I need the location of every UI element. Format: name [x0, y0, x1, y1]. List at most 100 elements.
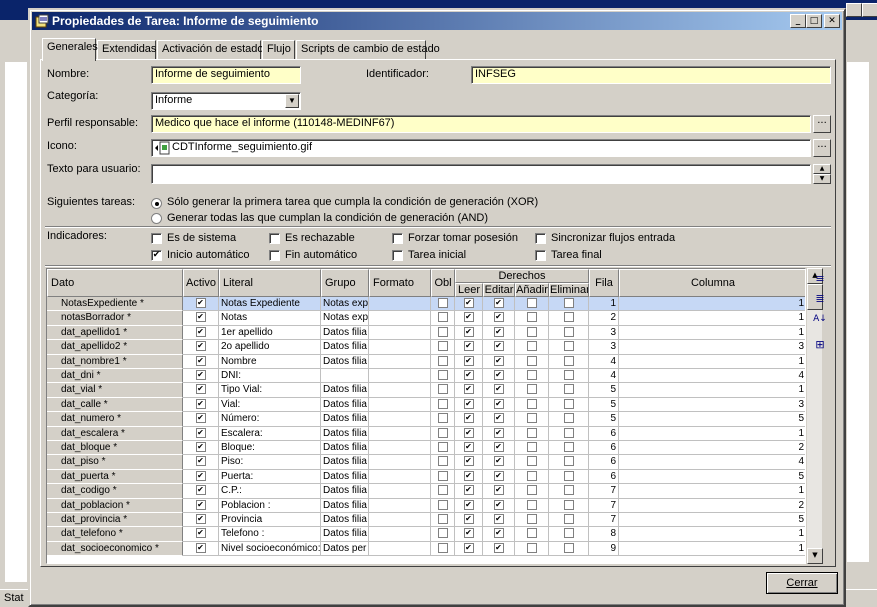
cell-eliminar[interactable]	[549, 325, 589, 341]
cell-eliminar-checkbox[interactable]	[563, 370, 574, 380]
texto-scroll-down-button[interactable]: ▼	[813, 174, 831, 184]
cell-editar[interactable]: ✔	[483, 412, 515, 427]
cell-obl[interactable]	[431, 397, 455, 413]
cell-fila[interactable]: 7	[589, 513, 619, 528]
cell-formato[interactable]	[369, 325, 431, 341]
cell-anadir[interactable]	[515, 541, 549, 557]
cell-editar-checkbox[interactable]: ✔	[493, 398, 504, 409]
cell-obl-checkbox[interactable]	[437, 470, 448, 481]
cell-fila[interactable]: 7	[589, 484, 619, 499]
cell-activo-checkbox[interactable]: ✔	[195, 427, 206, 438]
cell-formato[interactable]	[369, 397, 431, 413]
col-header-eliminar[interactable]: Eliminar	[549, 283, 589, 297]
cell-editar[interactable]: ✔	[483, 340, 515, 355]
cell-eliminar-checkbox[interactable]	[563, 499, 574, 510]
cell-literal[interactable]: C.P.:	[219, 484, 321, 499]
cell-eliminar[interactable]	[549, 297, 589, 312]
cell-obl-checkbox[interactable]	[437, 499, 448, 510]
cell-obl[interactable]	[431, 297, 455, 312]
cell-leer-checkbox[interactable]: ✔	[463, 485, 474, 496]
col-header-grupo[interactable]: Grupo	[321, 269, 369, 297]
cell-activo-checkbox[interactable]: ✔	[195, 470, 206, 481]
cell-eliminar-checkbox[interactable]	[563, 326, 574, 337]
col-header-obl[interactable]: Obl	[431, 269, 455, 297]
cell-leer-checkbox[interactable]: ✔	[463, 312, 474, 323]
cell-formato[interactable]	[369, 513, 431, 528]
maximize-button[interactable]: □	[806, 14, 822, 28]
cell-grupo[interactable]: Datos filia	[321, 426, 369, 441]
cell-eliminar[interactable]	[549, 455, 589, 470]
cell-columna[interactable]: 2	[619, 441, 805, 456]
cell-leer-checkbox[interactable]: ✔	[463, 528, 474, 539]
col-header-dato[interactable]: Dato	[47, 269, 183, 297]
cell-editar-checkbox[interactable]: ✔	[493, 312, 504, 323]
cell-activo-checkbox[interactable]: ✔	[195, 485, 206, 496]
cell-leer-checkbox[interactable]: ✔	[463, 514, 474, 524]
cell-leer[interactable]: ✔	[455, 513, 483, 528]
cell-literal[interactable]: Escalera:	[219, 426, 321, 441]
cell-formato[interactable]	[369, 484, 431, 499]
cell-activo[interactable]: ✔	[183, 340, 219, 355]
cell-obl-checkbox[interactable]	[437, 398, 448, 409]
cell-formato[interactable]	[369, 541, 431, 557]
cell-obl[interactable]	[431, 369, 455, 384]
cell-leer-checkbox[interactable]: ✔	[463, 370, 474, 380]
cell-leer[interactable]: ✔	[455, 383, 483, 398]
cell-activo[interactable]: ✔	[183, 426, 219, 441]
cell-anadir-checkbox[interactable]	[526, 442, 537, 452]
cell-anadir-checkbox[interactable]	[526, 413, 537, 424]
cell-editar-checkbox[interactable]: ✔	[493, 326, 504, 337]
cell-activo[interactable]: ✔	[183, 397, 219, 413]
cell-anadir-checkbox[interactable]	[526, 370, 537, 380]
cell-fila[interactable]: 6	[589, 426, 619, 441]
table-row[interactable]: dat_apellido2 * ✔ 2o apellido Datos filia ✔ ✔…	[47, 340, 805, 355]
cell-anadir[interactable]	[515, 498, 549, 513]
cell-grupo[interactable]: Datos filia	[321, 383, 369, 398]
icono-browse-button[interactable]: ...	[813, 139, 831, 157]
cell-obl[interactable]	[431, 311, 455, 326]
cell-leer[interactable]: ✔	[455, 397, 483, 413]
cell-eliminar-checkbox[interactable]	[563, 514, 574, 524]
cell-leer-checkbox[interactable]: ✔	[463, 542, 474, 553]
cell-activo-checkbox[interactable]: ✔	[195, 528, 206, 539]
cell-eliminar[interactable]	[549, 354, 589, 369]
cell-editar-checkbox[interactable]: ✔	[493, 427, 504, 438]
table-row[interactable]: dat_dni * ✔ DNI: ✔ ✔ 4 4	[47, 369, 805, 384]
cell-formato[interactable]	[369, 426, 431, 441]
cell-activo[interactable]: ✔	[183, 325, 219, 341]
cell-columna[interactable]: 5	[619, 513, 805, 528]
cell-obl-checkbox[interactable]	[437, 341, 448, 352]
cell-editar-checkbox[interactable]: ✔	[493, 485, 504, 496]
cell-fila[interactable]: 5	[589, 412, 619, 427]
tab-scripts-cambio-estado[interactable]: Scripts de cambio de estado	[296, 40, 440, 60]
cell-obl[interactable]	[431, 354, 455, 369]
cell-leer[interactable]: ✔	[455, 340, 483, 355]
chk-fin-automatico-label[interactable]: Fin automático	[285, 249, 357, 261]
cell-editar[interactable]: ✔	[483, 484, 515, 499]
cell-formato[interactable]	[369, 311, 431, 326]
cell-eliminar[interactable]	[549, 426, 589, 441]
table-row[interactable]: dat_poblacion * ✔ Poblacion : Datos filia ✔ ✔…	[47, 498, 805, 513]
cell-editar-checkbox[interactable]: ✔	[493, 442, 504, 452]
cell-eliminar-checkbox[interactable]	[563, 312, 574, 323]
insert-row-icon[interactable]: ≣	[811, 290, 829, 308]
cell-anadir[interactable]	[515, 426, 549, 441]
cell-columna[interactable]: 1	[619, 355, 805, 369]
cell-obl-checkbox[interactable]	[437, 326, 448, 337]
table-row[interactable]: dat_socioeconomico * ✔ Nivel socioeconómic…	[47, 541, 805, 557]
cell-activo-checkbox[interactable]: ✔	[195, 542, 206, 553]
cell-editar[interactable]: ✔	[483, 455, 515, 470]
col-header-activo[interactable]: Activo	[183, 269, 219, 297]
cell-activo-checkbox[interactable]: ✔	[195, 398, 206, 409]
cell-eliminar-checkbox[interactable]	[563, 341, 574, 352]
cell-anadir-checkbox[interactable]	[526, 528, 537, 539]
cell-leer[interactable]: ✔	[455, 484, 483, 499]
cell-obl[interactable]	[431, 541, 455, 557]
cell-leer-checkbox[interactable]: ✔	[463, 384, 474, 395]
cell-anadir-checkbox[interactable]	[526, 470, 537, 481]
chk-es-rechazable-label[interactable]: Es rechazable	[285, 232, 355, 244]
cell-obl[interactable]	[431, 426, 455, 441]
cell-obl-checkbox[interactable]	[437, 298, 448, 308]
cell-eliminar[interactable]	[549, 484, 589, 499]
cell-leer-checkbox[interactable]: ✔	[463, 326, 474, 337]
